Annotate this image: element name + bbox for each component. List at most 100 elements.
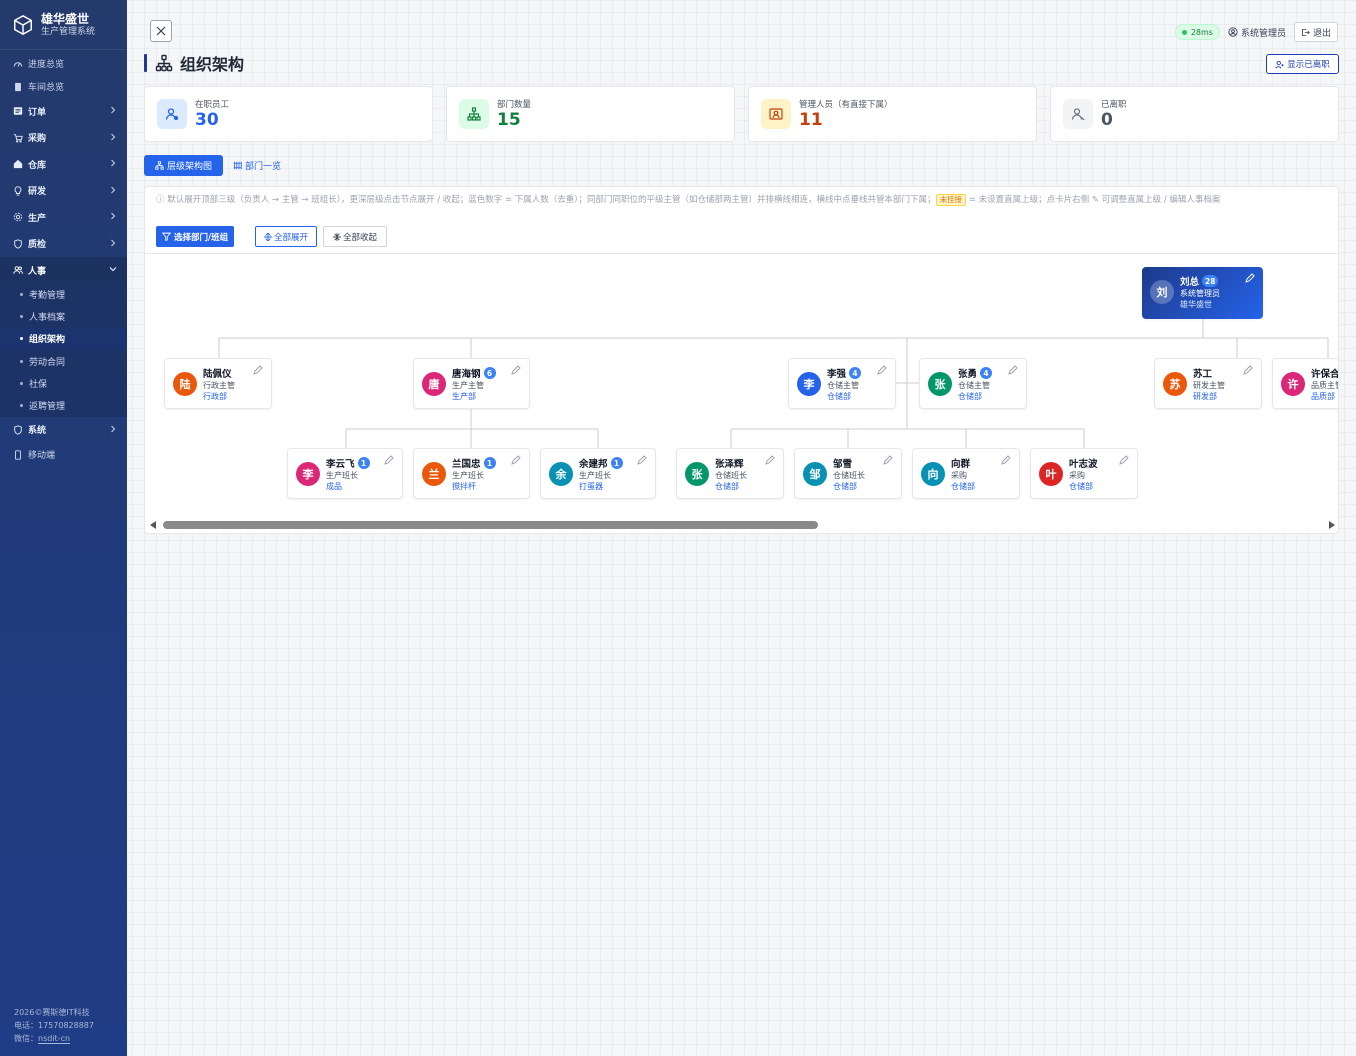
org-node-zzh[interactable]: 张张泽辉 仓储班长 仓储部 xyxy=(676,448,784,499)
node-department: 仓储部 xyxy=(715,482,739,491)
page-title-text: 组织架构 xyxy=(180,55,245,74)
org-node-zy[interactable]: 张张勇 4 仓储主管 仓储部 xyxy=(919,358,1027,409)
node-name: 兰国忠 xyxy=(452,459,481,470)
edit-pencil-icon[interactable] xyxy=(1001,455,1011,465)
sidebar-subitem-label: 返聘管理 xyxy=(29,402,66,413)
org-node-zl[interactable]: 邹邹雪 仓储班长 仓储部 xyxy=(794,448,902,499)
users-icon xyxy=(12,265,23,276)
scroll-left-arrow-icon[interactable] xyxy=(150,521,156,529)
unattached-tag: 未挂接 xyxy=(935,194,967,206)
node-name: 刘总 xyxy=(1180,277,1200,288)
node-department: 仓储部 xyxy=(958,392,982,401)
tab-department-list[interactable]: 部门一览 xyxy=(233,155,281,176)
org-node-yzb[interactable]: 叶叶志波 采购 仓储部 xyxy=(1030,448,1138,499)
edit-pencil-icon[interactable] xyxy=(511,455,521,465)
org-node-root[interactable]: 刘 刘总 28 系统管理员 雄华盛世 xyxy=(1142,267,1263,319)
sidebar-item-label: 人事 xyxy=(28,266,47,277)
stat-card-employees: 在职员工 30 xyxy=(144,86,433,142)
subordinate-count-badge: 6 xyxy=(483,367,496,379)
sidebar-item-label: 车间总览 xyxy=(28,83,65,93)
sidebar-subitem-attendance[interactable]: 考勤管理 xyxy=(0,283,127,306)
stat-value: 11 xyxy=(799,110,823,130)
node-position: 行政主管 xyxy=(203,381,235,390)
edit-pencil-icon[interactable] xyxy=(1245,273,1255,283)
edit-pencil-icon[interactable] xyxy=(765,455,775,465)
sidebar-item-hr[interactable]: 人事 xyxy=(0,257,127,284)
avatar: 李 xyxy=(296,462,320,486)
horizontal-scrollbar[interactable] xyxy=(145,519,1338,531)
sidebar-item-label: 仓库 xyxy=(28,160,47,171)
sidebar-item-progress[interactable]: 进度总览 xyxy=(0,52,127,75)
edit-pencil-icon[interactable] xyxy=(384,455,394,465)
avatar: 张 xyxy=(685,462,709,486)
sidebar-subitem-rehire[interactable]: 返聘管理 xyxy=(0,394,127,417)
sidebar-subitem-insurance[interactable]: 社保 xyxy=(0,372,127,395)
node-name: 唐海钢 xyxy=(452,369,481,380)
sidebar-item-rd[interactable]: 研发 xyxy=(0,178,127,205)
node-department: 生产部 xyxy=(452,392,476,401)
logout-button[interactable]: 退出 xyxy=(1293,22,1338,42)
bulb-icon xyxy=(12,185,23,196)
show-resigned-button[interactable]: 显示已离职 xyxy=(1266,54,1339,74)
sidebar-item-workshop[interactable]: 车间总览 xyxy=(0,75,127,98)
edit-pencil-icon[interactable] xyxy=(253,365,263,375)
node-position: 生产班长 xyxy=(452,471,484,480)
node-name: 许保合 xyxy=(1311,369,1339,380)
user-icon xyxy=(1275,60,1284,69)
sidebar-item-mobile[interactable]: 移动端 xyxy=(0,443,127,466)
edit-pencil-icon[interactable] xyxy=(637,455,647,465)
chevron-right-icon xyxy=(111,133,116,140)
sidebar-subitem-org[interactable]: 组织架构 xyxy=(0,327,127,351)
sidebar-item-qc[interactable]: 质检 xyxy=(0,231,127,258)
org-node-yjb[interactable]: 余余建邦 1 生产班长 打蛋器 xyxy=(540,448,656,499)
chevron-down-icon xyxy=(109,267,117,272)
edit-pencil-icon[interactable] xyxy=(1119,455,1129,465)
org-node-lq[interactable]: 李李强 4 仓储主管 仓储部 xyxy=(788,358,896,409)
org-node-lyf[interactable]: 李李云飞 1 生产班长 成品 xyxy=(287,448,403,499)
avatar: 苏 xyxy=(1163,372,1187,396)
stat-label: 部门数量 xyxy=(497,100,532,110)
sidebar-item-warehouse[interactable]: 仓库 xyxy=(0,151,127,178)
stat-card-resigned: 已离职 0 xyxy=(1050,86,1339,142)
scrollbar-thumb[interactable] xyxy=(163,521,818,529)
org-node-sg[interactable]: 苏苏工 研发主管 研发部 xyxy=(1154,358,1262,409)
node-name: 苏工 xyxy=(1193,369,1213,380)
tab-hierarchy[interactable]: 层级架构图 xyxy=(144,155,223,176)
sidebar-item-production[interactable]: 生产 xyxy=(0,204,127,231)
edit-pencil-icon[interactable] xyxy=(1243,365,1253,375)
copyright: 2026©赛斯德IT科技 xyxy=(14,1008,90,1017)
sidebar-item-orders[interactable]: 订单 xyxy=(0,98,127,125)
sidebar-subitem-archives[interactable]: 人事档案 xyxy=(0,305,127,328)
node-name-row: 余建邦 1 xyxy=(579,456,623,470)
node-name-row: 张泽辉 xyxy=(715,456,744,470)
node-name: 叶志波 xyxy=(1069,459,1098,470)
edit-pencil-icon[interactable] xyxy=(511,365,521,375)
edit-pencil-icon[interactable] xyxy=(883,455,893,465)
node-department: 仓储部 xyxy=(833,482,857,491)
current-user[interactable]: 系统管理员 xyxy=(1228,26,1286,39)
avatar: 向 xyxy=(921,462,945,486)
org-node-lgz[interactable]: 兰兰国忠 1 生产班长 搅拌杆 xyxy=(413,448,530,499)
sidebar-item-system[interactable]: 系统 xyxy=(0,417,127,444)
chevron-right-icon xyxy=(111,159,116,167)
expand-all-button[interactable]: 全部展开 xyxy=(255,226,317,247)
stat-value: 15 xyxy=(497,110,521,130)
org-chart-icon xyxy=(155,54,173,72)
org-node-xq[interactable]: 向向群 采购 仓储部 xyxy=(912,448,1020,499)
node-department: 雄华盛世 xyxy=(1180,300,1212,309)
edit-pencil-icon[interactable] xyxy=(877,365,887,375)
bullet xyxy=(20,404,23,408)
collapse-all-button[interactable]: 全部收起 xyxy=(323,226,387,247)
collapse-icon xyxy=(332,232,341,241)
sidebar-subitem-contract[interactable]: 劳动合同 xyxy=(0,350,127,373)
org-node-lpy[interactable]: 陆陆佩仪 行政主管 行政部 xyxy=(164,358,272,409)
org-node-thg[interactable]: 唐唐海钢 6 生产主管 生产部 xyxy=(413,358,530,409)
brand: 雄华盛世 生产管理系统 xyxy=(0,0,127,50)
scroll-right-arrow-icon[interactable] xyxy=(1329,521,1335,529)
avatar: 邹 xyxy=(803,462,827,486)
sidebar-item-purchase[interactable]: 采购 xyxy=(0,125,127,152)
close-tab-button[interactable] xyxy=(150,20,172,42)
edit-pencil-icon[interactable] xyxy=(1008,365,1018,375)
select-department-button[interactable]: 选择部门/班组 xyxy=(156,226,235,247)
org-node-xbh[interactable]: 许许保合品质主管品质部 xyxy=(1272,358,1339,409)
